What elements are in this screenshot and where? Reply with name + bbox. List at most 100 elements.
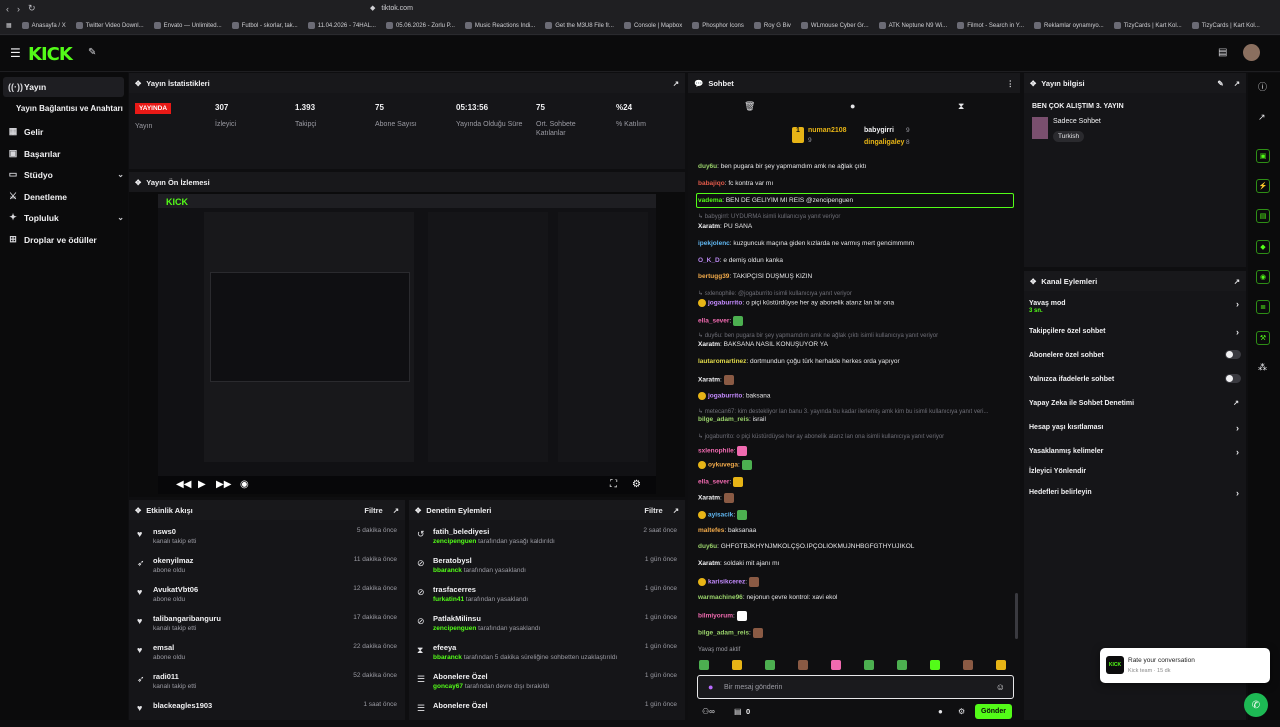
chat-username[interactable]: lautaromartinez [698,358,746,365]
popout-icon[interactable]: ↗ [673,506,679,515]
bookmark-item[interactable]: Filmot - Search in Y... [957,22,1024,29]
chat-username[interactable]: bertugg39 [698,273,729,280]
kick-logo[interactable]: KICK [28,44,73,65]
bookmark-item[interactable]: Reklamlar oynamıyo... [1034,22,1104,29]
back-icon[interactable]: ‹ [6,4,9,14]
moderator-name[interactable]: furkatin41 [433,596,464,603]
chat-username[interactable]: O_K_D [698,257,720,264]
bookmark-item[interactable]: TizyCards | Kart Kol... [1113,22,1182,29]
channel-action-item[interactable]: Yasaklanmış kelimeler › [1029,447,1241,457]
bolt-icon[interactable]: ⚡ [1256,179,1270,193]
moderator-name[interactable]: zencipenguen [433,625,476,632]
reload-icon[interactable]: ↻ [28,3,36,14]
forward-icon[interactable]: ▶▶ [216,479,231,490]
popout-icon[interactable]: ↗ [1258,112,1266,123]
broadcast-icon[interactable]: ◉ [1256,270,1270,284]
fullscreen-icon[interactable]: ⛶ [610,479,617,490]
moderator-name[interactable]: bbaranck [433,654,462,661]
chat-username[interactable]: Xaratm [698,223,720,230]
mod-target[interactable]: efeeya [433,643,456,652]
filter-button[interactable]: Filtre [644,506,662,515]
mod-target[interactable]: PatlakMilinsu [433,614,481,623]
chat-username[interactable]: warmachine96 [698,594,743,601]
toggle-switch[interactable] [1225,350,1241,359]
chat-username[interactable]: oykuvega [708,462,738,469]
chat-username[interactable]: babajiqo [698,180,725,187]
menu-icon[interactable]: ☰ [10,46,21,60]
emote-icon[interactable] [996,660,1006,670]
mod-action-row[interactable]: ⊘ trasfacerres furkatin41 tarafından yasak… [415,583,679,611]
volume-icon[interactable]: ◉ [240,479,249,490]
chat-icon[interactable]: ◆ [1256,240,1270,254]
moderator-name[interactable]: bbaranck [433,567,462,574]
activity-user[interactable]: talibangaribanguru [153,614,221,623]
chat-username[interactable]: karisikcerez [708,579,745,586]
activity-row[interactable]: ➶ okenyilmaz abone oldu 11 dakika önce [135,554,399,582]
mod-action-row[interactable]: ⊘ PatlakMilinsu zencipenguen tarafından ya… [415,612,679,640]
sidebar-item-revenue[interactable]: ▦ Gelir [8,126,124,137]
mod-action-row[interactable]: ⊘ Beratobysl bbaranck tarafından yasakland… [415,554,679,582]
more-icon[interactable]: ⋮ [1007,79,1015,88]
screen-icon[interactable]: ▣ [1256,149,1270,163]
channel-action-item[interactable]: Yavaş mod 3 sn. › [1029,299,1241,314]
chat-username[interactable]: ayisacik [708,512,733,519]
chat-username[interactable]: Xaratm [698,560,720,567]
mod-target[interactable]: Beratobysl [433,556,472,565]
bookmark-item[interactable]: 05.06.2026 - Zorlu P... [385,22,455,29]
popout-icon[interactable]: ↗ [1234,277,1240,286]
activity-row[interactable]: ♥ blackeagles1903 1 saat önce [135,699,399,727]
edit-icon[interactable]: ✎ [1217,79,1223,88]
sidebar-item-achievements[interactable]: ▣ Başarılar [8,148,124,159]
sidebar-item-drops[interactable]: ⊞ Droplar ve ödüller [8,234,124,245]
drag-handle-icon[interactable]: ✥ [1030,79,1036,88]
channel-action-item[interactable]: Yapay Zeka ile Sohbet Denetimi ↗ [1029,400,1241,407]
gift-icon[interactable]: ▤ [734,707,742,716]
hourglass-icon[interactable]: ⧗ [958,101,964,112]
chat-username[interactable]: sxlenophile [698,448,734,455]
chat-username[interactable]: jogaburrito [708,300,742,307]
community-icon[interactable]: ⁂ [1258,362,1267,373]
moderator-name[interactable]: zencipenguen [433,538,476,545]
channel-action-item[interactable]: Takipçilere özel sohbet › [1029,327,1241,337]
mod-action-row[interactable]: ⧗ efeeya bbaranck tarafından 5 dakika süre… [415,641,679,669]
mic-icon[interactable]: ● [708,682,713,692]
emote-icon[interactable] [930,660,940,670]
chat-settings-icon[interactable]: ● [938,707,943,716]
bookmark-item[interactable]: TizyCards | Kart Kol... [1191,22,1260,29]
activity-row[interactable]: ♥ nsws0 kanalı takip etti 5 dakika önce [135,525,399,553]
sidebar-item-stream-key[interactable]: Yayın Bağlantısı ve Anahtarı [16,104,132,113]
mod-action-row[interactable]: ↺ fatih_belediyesi zencipenguen tarafından… [415,525,679,553]
drag-handle-icon[interactable]: ✥ [415,506,421,515]
emote-icon[interactable] [699,660,709,670]
list-icon[interactable]: ≣ [1256,300,1270,314]
support-chat-button[interactable]: ✆ [1244,693,1268,717]
settings-icon[interactable]: ⚙ [632,479,641,490]
apps-grid-icon[interactable]: ▦ [6,22,12,29]
sidebar-item-stream[interactable]: ((·)) Yayın [8,82,124,92]
activity-user[interactable]: radi011 [153,672,179,681]
emote-icon[interactable] [831,660,841,670]
mod-target[interactable]: Abonelere Özel [433,672,488,681]
info-icon[interactable]: ⓘ [1258,80,1267,93]
wallet-icon[interactable]: ▤ [1218,47,1227,58]
sidebar-item-community[interactable]: ✦ Topluluk ⌄ [8,212,124,223]
hammer-icon[interactable]: ⚒ [1256,331,1270,345]
emote-icon[interactable] [864,660,874,670]
chat-username[interactable]: ipekjolenc [698,240,730,247]
chat-username[interactable]: maltefes [698,527,724,534]
bookmark-item[interactable]: Music Reactions Indi... [464,22,535,29]
bookmark-item[interactable]: Anasayfa / X [21,22,66,29]
emote-icon[interactable] [765,660,775,670]
toggle-switch[interactable] [1225,374,1241,383]
emote-icon[interactable] [798,660,808,670]
chat-username[interactable]: ella_sever [698,318,729,325]
activity-user[interactable]: nsws0 [153,527,176,536]
rewind-icon[interactable]: ◀◀ [176,479,191,490]
gear-icon[interactable]: ⚙ [958,707,965,716]
bookmark-item[interactable]: Futbol - skorlar, tak... [231,22,298,29]
drag-handle-icon[interactable]: ✥ [135,506,141,515]
mod-target[interactable]: trasfacerres [433,585,476,594]
filter-button[interactable]: Filtre [364,506,382,515]
activity-row[interactable]: ➶ radi011 kanalı takip etti 52 dakika önce [135,670,399,698]
play-icon[interactable]: ▶ [198,479,206,490]
